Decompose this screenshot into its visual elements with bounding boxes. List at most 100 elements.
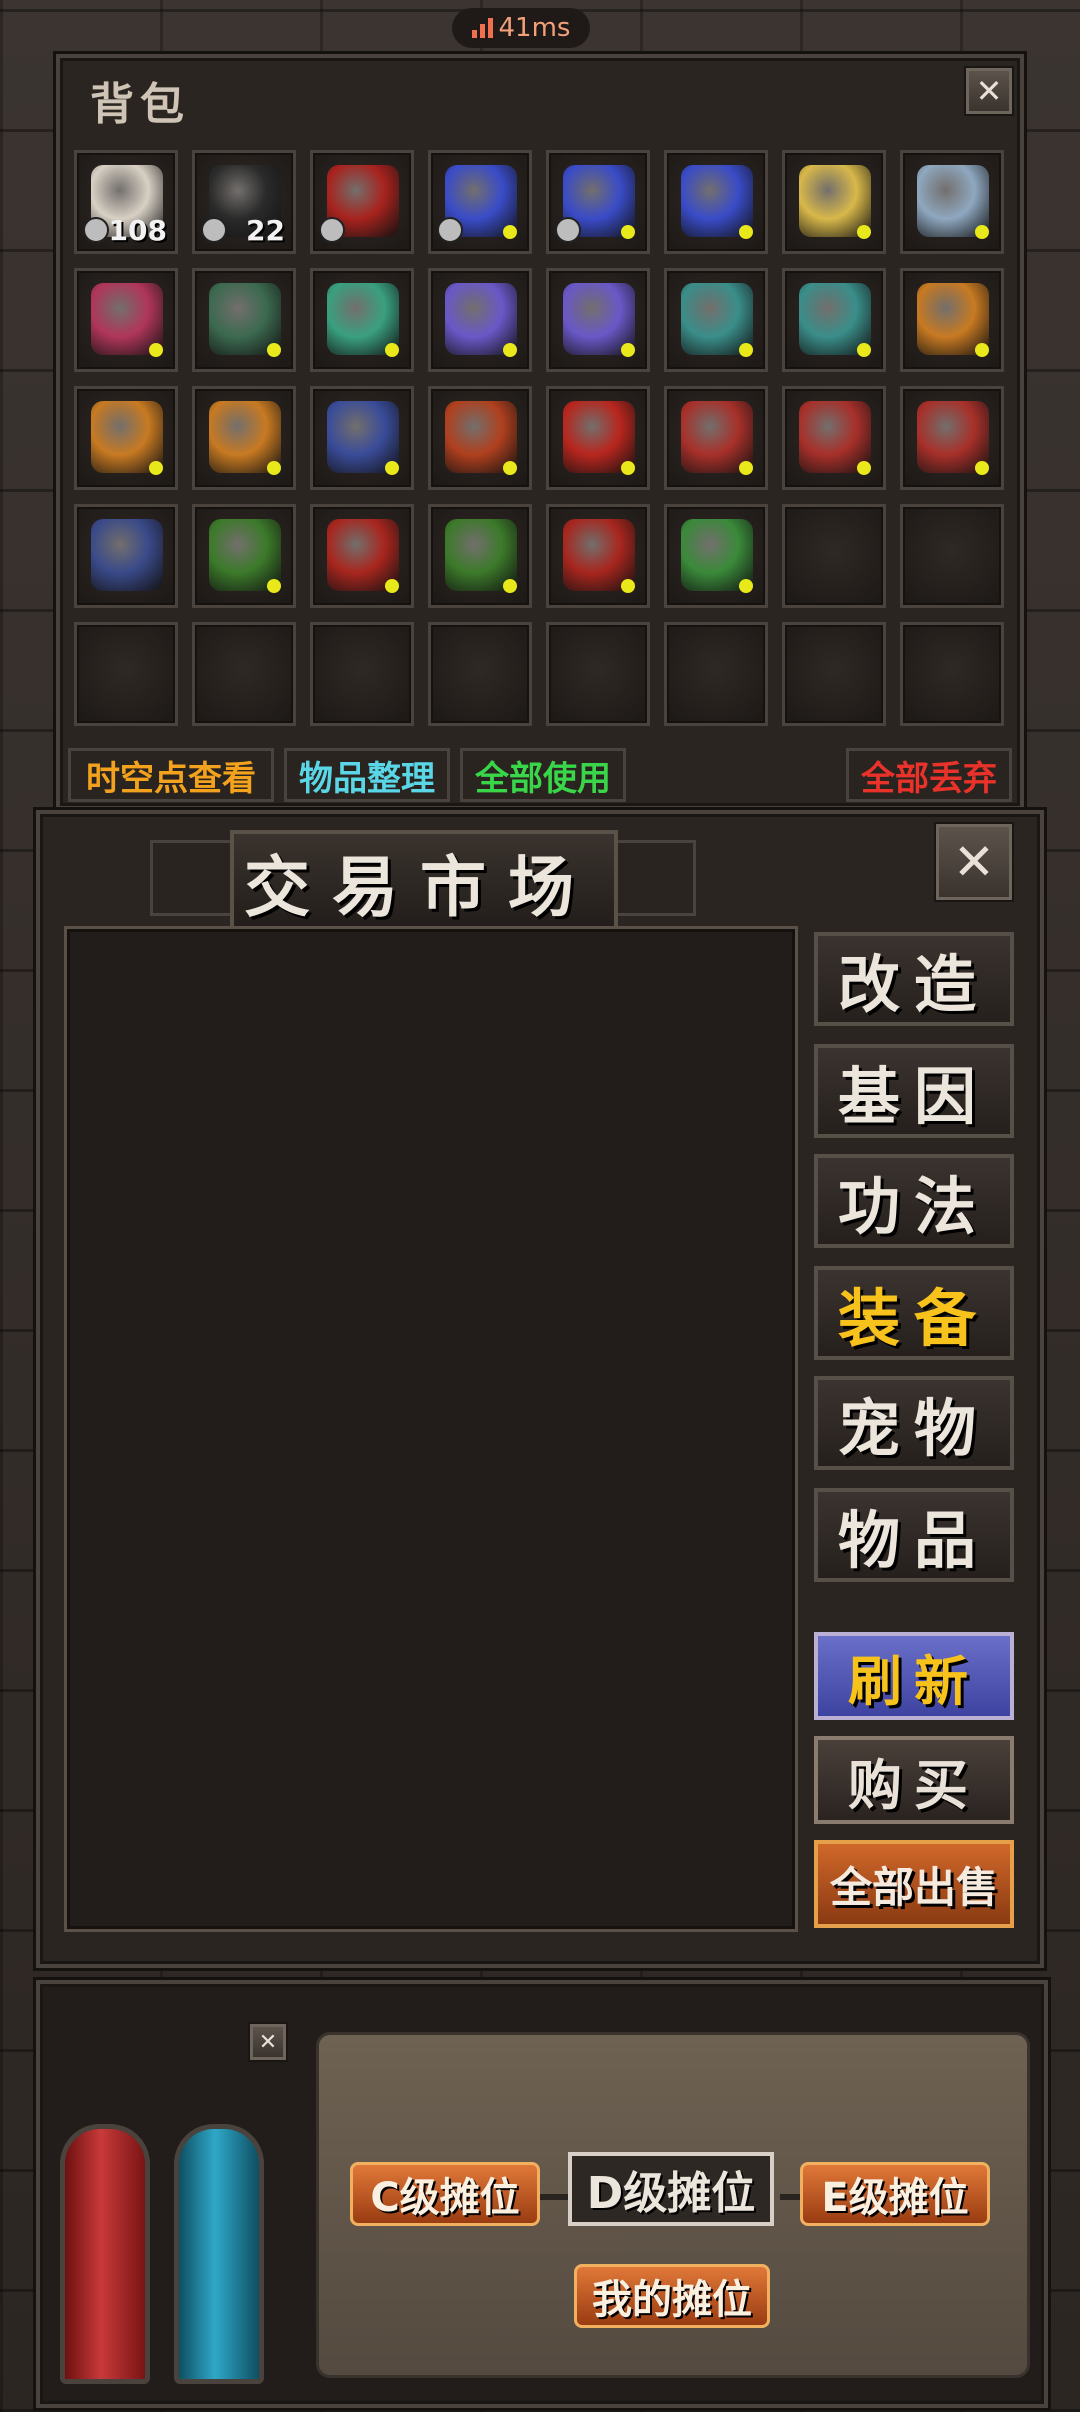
bag-slot[interactable]: [664, 504, 768, 608]
e-stall-button[interactable]: E级摊位: [800, 2162, 990, 2226]
new-indicator-dot: [975, 225, 989, 239]
trade-market-panel: 交易市场 ✕ 改造 基因 功法 装备 宠物 物品 刷新 购买 全部出售: [36, 810, 1044, 1968]
bag-slot[interactable]: [664, 268, 768, 372]
hp-bar: [60, 2124, 150, 2384]
new-indicator-dot: [267, 579, 281, 593]
bag-slot[interactable]: [310, 150, 414, 254]
bag-slot[interactable]: [782, 386, 886, 490]
bag-slot[interactable]: [546, 622, 650, 726]
hp-mp-bars: [40, 2024, 300, 2384]
new-indicator-dot: [739, 461, 753, 475]
c-stall-button[interactable]: C级摊位: [350, 2162, 540, 2226]
use-all-button[interactable]: 全部使用: [460, 748, 626, 802]
stall-close-button[interactable]: ✕: [250, 2024, 286, 2060]
bag-slot[interactable]: [74, 504, 178, 608]
item-quantity: 22: [246, 214, 285, 247]
new-indicator-dot: [385, 343, 399, 357]
bound-lock-icon: [201, 217, 227, 243]
bag-slot[interactable]: [192, 622, 296, 726]
bag-slot[interactable]: [900, 268, 1004, 372]
new-indicator-dot: [857, 343, 871, 357]
bag-slot[interactable]: [74, 622, 178, 726]
new-indicator-dot: [739, 225, 753, 239]
bag-slot[interactable]: [74, 268, 178, 372]
new-indicator-dot: [621, 461, 635, 475]
bag-slot[interactable]: [310, 386, 414, 490]
bag-slot[interactable]: [310, 622, 414, 726]
discard-all-button[interactable]: 全部丢弃: [846, 748, 1012, 802]
tab-items[interactable]: 物品: [814, 1488, 1014, 1582]
market-title-plate: 交易市场: [150, 814, 696, 930]
new-indicator-dot: [385, 461, 399, 475]
new-indicator-dot: [857, 461, 871, 475]
bag-slot[interactable]: [546, 386, 650, 490]
bag-slot[interactable]: [664, 150, 768, 254]
bag-slot[interactable]: [428, 150, 532, 254]
sort-items-button[interactable]: 物品整理: [284, 748, 450, 802]
new-indicator-dot: [385, 579, 399, 593]
bag-slot[interactable]: [192, 386, 296, 490]
signal-icon: [471, 18, 493, 38]
market-close-button[interactable]: ✕: [936, 824, 1012, 900]
spacetime-view-button[interactable]: 时空点查看: [68, 748, 274, 802]
backpack-close-button[interactable]: ✕: [966, 68, 1012, 114]
stall-panel: ✕ C级摊位 D级摊位 E级摊位 我的摊位: [36, 1980, 1048, 2408]
bag-slot[interactable]: [782, 622, 886, 726]
buy-button[interactable]: 购买: [814, 1736, 1014, 1824]
bag-slot[interactable]: [782, 504, 886, 608]
bag-slot[interactable]: [428, 504, 532, 608]
bag-slot[interactable]: [900, 622, 1004, 726]
bag-slot[interactable]: [310, 268, 414, 372]
sort-items-label: 物品整理: [299, 758, 435, 799]
bag-slot[interactable]: [428, 386, 532, 490]
spacetime-view-label: 时空点查看: [86, 758, 256, 799]
new-indicator-dot: [149, 343, 163, 357]
new-indicator-dot: [621, 579, 635, 593]
market-listing-area: [64, 926, 798, 1932]
bag-slot[interactable]: 108: [74, 150, 178, 254]
backpack-panel: 背包 ✕ 108 22 时空点查看 物品整理 全部使用 全部丢弃: [56, 54, 1024, 810]
bag-slot[interactable]: [428, 268, 532, 372]
bag-slot[interactable]: [546, 268, 650, 372]
item-icon: [91, 519, 163, 591]
tab-equipment[interactable]: 装备: [814, 1266, 1014, 1360]
bound-lock-icon: [83, 217, 109, 243]
new-indicator-dot: [503, 225, 517, 239]
new-indicator-dot: [267, 343, 281, 357]
bag-slot[interactable]: [546, 504, 650, 608]
new-indicator-dot: [267, 461, 281, 475]
tab-gene[interactable]: 基因: [814, 1044, 1014, 1138]
bag-slot[interactable]: [192, 504, 296, 608]
bag-slot[interactable]: [664, 622, 768, 726]
bag-slot[interactable]: 22: [192, 150, 296, 254]
bag-slot[interactable]: [664, 386, 768, 490]
market-title: 交易市场: [244, 849, 596, 926]
bag-slot[interactable]: [546, 150, 650, 254]
new-indicator-dot: [739, 343, 753, 357]
bag-slot[interactable]: [428, 622, 532, 726]
sell-all-button[interactable]: 全部出售: [814, 1840, 1014, 1928]
my-stall-button[interactable]: 我的摊位: [574, 2264, 770, 2328]
bag-slot[interactable]: [782, 268, 886, 372]
backpack-actions: 时空点查看 物品整理 全部使用 全部丢弃: [68, 748, 1012, 804]
tab-modify[interactable]: 改造: [814, 932, 1014, 1026]
tab-pet[interactable]: 宠物: [814, 1376, 1014, 1470]
item-quantity: 108: [108, 214, 167, 247]
new-indicator-dot: [503, 343, 517, 357]
bag-slot[interactable]: [74, 386, 178, 490]
bag-slot[interactable]: [900, 504, 1004, 608]
tab-skill[interactable]: 功法: [814, 1154, 1014, 1248]
bag-slot[interactable]: [310, 504, 414, 608]
new-indicator-dot: [149, 461, 163, 475]
bag-slot[interactable]: [900, 386, 1004, 490]
bound-lock-icon: [437, 217, 463, 243]
bag-slot[interactable]: [900, 150, 1004, 254]
d-stall-button[interactable]: D级摊位: [568, 2152, 774, 2226]
network-ping: 41ms: [452, 8, 590, 48]
refresh-button[interactable]: 刷新: [814, 1632, 1014, 1720]
new-indicator-dot: [503, 461, 517, 475]
bound-lock-icon: [555, 217, 581, 243]
new-indicator-dot: [621, 225, 635, 239]
bag-slot[interactable]: [192, 268, 296, 372]
bag-slot[interactable]: [782, 150, 886, 254]
